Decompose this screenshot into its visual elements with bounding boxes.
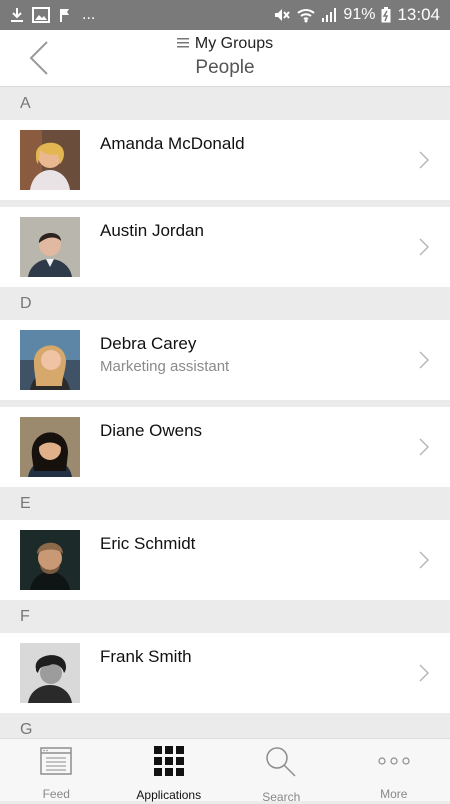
bottom-nav: Feed Applications Search More bbox=[0, 738, 450, 801]
nav-more[interactable]: More bbox=[338, 739, 450, 801]
feed-icon bbox=[40, 746, 72, 775]
nav-applications[interactable]: Applications bbox=[113, 739, 226, 801]
person-title: Marketing assistant bbox=[100, 358, 229, 375]
image-icon bbox=[32, 7, 50, 23]
section-header-e: E bbox=[0, 487, 450, 520]
person-row-amanda-mcdonald[interactable]: Amanda McDonald bbox=[0, 120, 450, 200]
chevron-right-icon bbox=[418, 350, 430, 370]
status-time: 13:04 bbox=[397, 5, 440, 25]
status-bar-right: 91% 13:04 bbox=[273, 5, 450, 25]
person-name: Diane Owens bbox=[100, 421, 202, 441]
more-dots-icon bbox=[378, 746, 410, 775]
person-row-diane-owens[interactable]: Diane Owens bbox=[0, 407, 450, 487]
app-header: My Groups People bbox=[0, 30, 450, 87]
section-header-f: F bbox=[0, 600, 450, 633]
chevron-right-icon bbox=[418, 663, 430, 683]
status-bar-left: ... bbox=[0, 6, 95, 24]
menu-icon bbox=[177, 35, 189, 53]
person-row-austin-jordan[interactable]: Austin Jordan bbox=[0, 207, 450, 287]
person-name: Eric Schmidt bbox=[100, 534, 195, 554]
avatar bbox=[20, 417, 80, 477]
people-list: A Amanda McDonald Austin Jordan bbox=[0, 87, 450, 746]
row-divider bbox=[0, 400, 450, 407]
page-title: People bbox=[0, 57, 450, 79]
person-row-frank-smith[interactable]: Frank Smith bbox=[0, 633, 450, 713]
status-dots: ... bbox=[82, 6, 95, 24]
group-title: My Groups bbox=[195, 35, 273, 52]
signal-icon bbox=[321, 7, 337, 23]
chevron-right-icon bbox=[418, 150, 430, 170]
avatar bbox=[20, 530, 80, 590]
nav-label: Feed bbox=[43, 787, 70, 801]
nav-label: More bbox=[380, 787, 407, 801]
status-bar: ... 91% 13:04 bbox=[0, 0, 450, 30]
chevron-right-icon bbox=[418, 550, 430, 570]
download-icon bbox=[10, 7, 24, 23]
avatar bbox=[20, 130, 80, 190]
person-row-debra-carey[interactable]: Debra Carey Marketing assistant bbox=[0, 320, 450, 400]
chevron-right-icon bbox=[418, 237, 430, 257]
person-row-eric-schmidt[interactable]: Eric Schmidt bbox=[0, 520, 450, 600]
applications-grid-icon bbox=[153, 746, 185, 776]
avatar bbox=[20, 330, 80, 390]
battery-percent: 91% bbox=[343, 6, 375, 24]
avatar bbox=[20, 643, 80, 703]
person-name: Debra Carey bbox=[100, 334, 196, 354]
wifi-icon bbox=[297, 7, 315, 23]
chevron-right-icon bbox=[418, 437, 430, 457]
person-name: Amanda McDonald bbox=[100, 134, 245, 154]
check-flag-icon bbox=[58, 7, 74, 23]
nav-search[interactable]: Search bbox=[225, 739, 338, 801]
battery-icon bbox=[381, 7, 391, 23]
group-selector[interactable]: My Groups bbox=[0, 35, 450, 53]
search-icon bbox=[265, 746, 297, 778]
avatar bbox=[20, 217, 80, 277]
person-name: Austin Jordan bbox=[100, 221, 204, 241]
section-header-d: D bbox=[0, 287, 450, 320]
section-header-a: A bbox=[0, 87, 450, 120]
person-name: Frank Smith bbox=[100, 647, 192, 667]
nav-feed[interactable]: Feed bbox=[0, 739, 113, 801]
nav-label: Search bbox=[262, 790, 300, 804]
row-divider bbox=[0, 200, 450, 207]
mute-icon bbox=[273, 7, 291, 23]
